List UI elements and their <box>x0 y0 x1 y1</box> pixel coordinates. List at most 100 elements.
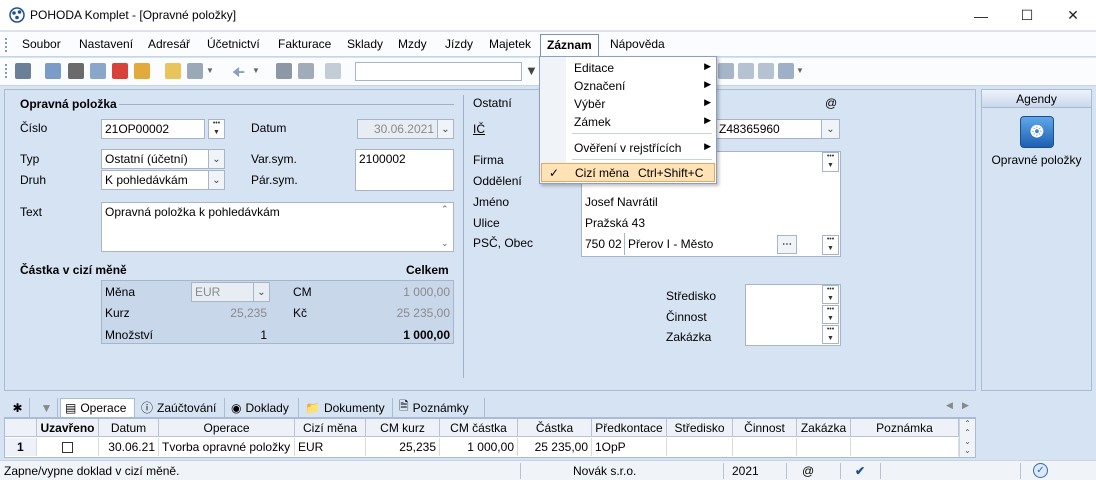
menu-zaznam[interactable]: Záznam <box>540 34 599 56</box>
menu-adresar[interactable]: Adresář <box>147 37 191 54</box>
status-email-icon[interactable]: @ <box>802 464 814 478</box>
column-header[interactable]: Činnost <box>733 419 797 437</box>
mena-select[interactable]: EUR <box>191 282 256 302</box>
status-ok-icon[interactable]: ✓ <box>1033 463 1048 478</box>
menu-majetek[interactable]: Majetek <box>488 37 532 54</box>
list-view-icon[interactable] <box>718 63 734 79</box>
menu-mzdy[interactable]: Mzdy <box>397 37 428 54</box>
scroll-down-icon[interactable]: ⌄ <box>441 238 449 249</box>
stredisko-stepper[interactable]: ••• ▼ <box>822 285 839 304</box>
save-icon[interactable] <box>276 63 292 79</box>
typ-dropdown-icon[interactable]: ⌄ <box>208 149 225 169</box>
menu-jizdy[interactable]: Jízdy <box>444 37 474 54</box>
signature-icon[interactable]: ✔ <box>855 464 865 478</box>
cell-predkontace[interactable]: 1OpP <box>592 438 667 456</box>
cislo-stepper[interactable]: ••• ▼ <box>208 119 225 139</box>
druh-select[interactable]: K pohledávkám <box>101 170 209 190</box>
column-header[interactable]: CM kurz <box>366 419 440 437</box>
filter-icon[interactable]: ▼ <box>525 63 538 78</box>
cell-stredisko[interactable] <box>667 438 733 456</box>
mena-dropdown-icon[interactable]: ⌄ <box>253 282 270 302</box>
exit-icon[interactable] <box>15 63 31 79</box>
ic-label[interactable]: IČ <box>473 122 485 136</box>
column-header[interactable]: Operace <box>159 419 295 437</box>
tab-doklady[interactable]: ◉ Doklady <box>227 398 299 417</box>
cell-castka[interactable]: 25 235,00 <box>518 438 592 456</box>
preview-icon[interactable] <box>90 63 106 79</box>
column-header[interactable]: CM částka <box>440 419 518 437</box>
druh-dropdown-icon[interactable]: ⌄ <box>208 170 225 190</box>
row-number[interactable]: 1 <box>5 438 37 456</box>
datum-dropdown-icon[interactable]: ⌄ <box>437 119 454 139</box>
psc-value[interactable]: 750 02 <box>585 237 622 251</box>
form-view-icon[interactable] <box>758 63 774 79</box>
grip-handle[interactable] <box>5 38 8 52</box>
edit-icon[interactable] <box>187 63 203 79</box>
export-icon[interactable] <box>134 63 150 79</box>
tabs-scroll-left-icon[interactable]: ◀ <box>946 400 953 411</box>
cell-poznamka[interactable] <box>851 438 959 456</box>
tab-filter-icon[interactable]: ▼ <box>36 398 58 417</box>
chevron-down-icon[interactable]: ▼ <box>206 66 214 75</box>
menu-item-cizi-mena[interactable]: ✓ Cizí měna Ctrl+Shift+C <box>541 163 715 182</box>
copy-icon[interactable] <box>45 63 61 79</box>
tab-poznamky[interactable]: 🗎 Poznámky <box>395 398 485 417</box>
minimize-icon[interactable]: — <box>958 0 1004 31</box>
vertical-scrollbar[interactable]: ⌃ ⌃ ⌄ ⌄ <box>959 419 975 457</box>
tab-operace[interactable]: ▤ Operace <box>60 398 135 417</box>
menu-item-vyber[interactable]: Výběr ▶ <box>541 94 715 113</box>
cislo-field[interactable]: 21OP00002 <box>101 119 205 139</box>
column-header[interactable]: Datum <box>99 419 159 437</box>
column-header[interactable]: Cizí měna <box>295 419 366 437</box>
text-area[interactable]: Opravná položka k pohledávkám <box>101 202 454 252</box>
opravne-polozky-icon[interactable]: ❂ <box>1020 116 1054 148</box>
menu-item-oznaceni[interactable]: Označení ▶ <box>541 76 715 95</box>
column-header[interactable]: Částka <box>518 419 592 437</box>
menu-napoveda[interactable]: Nápověda <box>609 37 666 54</box>
obec-browse-button[interactable]: ⋯ <box>777 235 797 254</box>
column-header[interactable]: Předkontace <box>592 419 667 437</box>
back-dropdown-icon[interactable]: ▼ <box>252 66 260 75</box>
pdf-icon[interactable] <box>112 63 128 79</box>
tab-pin-icon[interactable]: ✱ <box>6 398 30 417</box>
obec-value[interactable]: Přerov I - Město <box>628 237 713 251</box>
cell-operace[interactable]: Tvorba opravné položky <box>159 438 295 456</box>
tab-dokumenty[interactable]: 📁 Dokumenty <box>301 398 393 417</box>
save-all-icon[interactable] <box>298 63 314 79</box>
column-header[interactable]: Zakázka <box>797 419 851 437</box>
cell-zakazka[interactable] <box>797 438 851 456</box>
menu-item-overeni[interactable]: Ověření v rejstřících ▶ <box>541 138 715 157</box>
ic-dropdown-icon[interactable]: ⌄ <box>821 119 840 139</box>
table-view-icon[interactable] <box>738 63 754 79</box>
zakazka-stepper[interactable]: ••• ▼ <box>822 325 839 344</box>
datum-field[interactable]: 30.06.2021 <box>357 119 438 139</box>
column-header[interactable]: Uzavřeno <box>37 419 99 437</box>
column-header[interactable]: Středisko <box>667 419 733 437</box>
varsym-field[interactable]: 2100002 <box>355 149 454 191</box>
back-arrow-icon[interactable]: 🠈 <box>232 62 245 86</box>
clipboard-icon[interactable] <box>325 63 341 79</box>
menu-soubor[interactable]: Soubor <box>21 37 62 54</box>
table-row[interactable] <box>37 438 99 456</box>
column-header[interactable]: Poznámka <box>851 419 959 437</box>
cell-datum[interactable]: 30.06.21 <box>99 438 159 456</box>
tab-zauctovani[interactable]: ⓘ Zaúčtování <box>137 398 225 417</box>
help-pointer-icon[interactable] <box>778 63 794 79</box>
agendy-item-label[interactable]: Opravné položky <box>982 153 1091 167</box>
ic-field[interactable]: Z48365960 <box>716 119 822 139</box>
typ-select[interactable]: Ostatní (účetní) <box>101 149 209 169</box>
scroll-up-icon[interactable]: ⌃ <box>441 204 449 215</box>
menu-fakturace[interactable]: Fakturace <box>277 37 332 54</box>
search-input[interactable] <box>355 62 522 81</box>
menu-item-editace[interactable]: Editace ▶ <box>541 58 715 77</box>
menu-nastaveni[interactable]: Nastavení <box>78 37 134 54</box>
cell-cm-castka[interactable]: 1 000,00 <box>440 438 518 456</box>
print-icon[interactable] <box>68 63 84 79</box>
obec-stepper[interactable]: ••• ▼ <box>822 235 839 255</box>
cell-cizi-mena[interactable]: EUR <box>295 438 366 456</box>
menu-item-zamek[interactable]: Zámek ▶ <box>541 112 715 131</box>
tabs-scroll-right-icon[interactable]: ▶ <box>962 400 969 411</box>
cinnost-stepper[interactable]: ••• ▼ <box>822 305 839 324</box>
firma-stepper[interactable]: ••• ▼ <box>822 152 839 172</box>
jmeno-value[interactable]: Josef Navrátil <box>585 195 658 209</box>
